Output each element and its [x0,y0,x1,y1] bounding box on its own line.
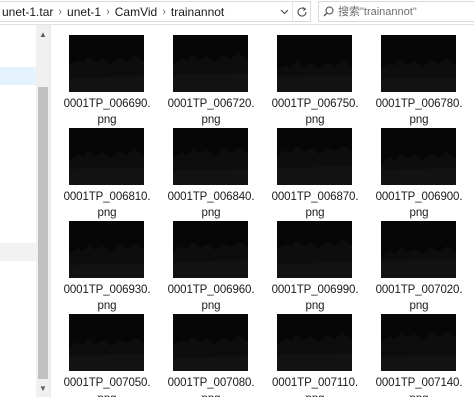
file-thumbnail[interactable] [277,35,352,92]
breadcrumb-separator[interactable]: › [159,6,169,18]
file-name-line1: 0001TP_006960. [167,284,255,296]
search-box[interactable] [318,1,474,22]
file-name-line1: 0001TP_007020. [375,284,463,296]
file-name-line1: 0001TP_006900. [375,191,463,203]
file-name-line1: 0001TP_007080. [167,377,255,389]
file-name-line1: 0001TP_006780. [375,98,463,110]
file-name[interactable]: 0001TP_007050.png [53,375,161,397]
file-name[interactable]: 0001TP_007110.png [261,375,369,397]
file-name[interactable]: 0001TP_007080.png [157,375,265,397]
breadcrumb-item-unet-1[interactable]: unet-1 [65,5,103,19]
breadcrumb-separator[interactable]: › [55,6,65,18]
file-name-line1: 0001TP_007140. [375,377,463,389]
breadcrumb-item-camvid[interactable]: CamVid [113,5,159,19]
file-name-line2: png [157,391,265,397]
file-name-line1: 0001TP_007110. [272,377,358,389]
file-thumbnail[interactable] [381,221,456,278]
nav-item[interactable] [0,243,36,261]
chevron-down-icon [280,9,288,14]
file-name-line1: 0001TP_006750. [271,98,359,110]
file-name[interactable]: 0001TP_006780.png [365,96,473,128]
file-name-line1: 0001TP_006870. [271,191,359,203]
file-name-line1: 0001TP_006690. [63,98,151,110]
search-icon [319,6,334,17]
file-thumbnail[interactable] [277,314,352,371]
file-name[interactable]: 0001TP_006870.png [261,189,369,221]
file-name-line2: png [97,300,117,312]
file-name[interactable]: 0001TP_006690.png [53,96,161,128]
file-thumbnail[interactable] [173,314,248,371]
breadcrumb-item-unet-1-tar[interactable]: unet-1.tar [0,5,55,19]
file-name[interactable]: 0001TP_006960.png [157,282,265,314]
file-name-line2: png [53,391,161,397]
file-name-line2: png [305,114,325,126]
file-name-line2: png [97,114,117,126]
file-name[interactable]: 0001TP_007140.png [365,375,473,397]
address-history-dropdown[interactable] [276,2,292,21]
file-name-line1: 0001TP_006990. [271,284,359,296]
file-name-line1: 0001TP_006840. [167,191,255,203]
file-thumbnail[interactable] [69,221,144,278]
file-thumbnail[interactable] [69,128,144,185]
file-name-line2: png [365,391,473,397]
refresh-button[interactable] [292,2,310,21]
file-list: 0001TP_006690. png 0001TP_006720. png 0001TP… [51,25,474,397]
file-name-line2: png [201,207,221,219]
navigation-pane[interactable] [0,25,36,397]
file-name-line1: 0001TP_006720. [167,98,255,110]
file-name-line1: 0001TP_006810. [63,191,151,203]
file-name-line2: png [409,114,429,126]
refresh-icon [297,6,307,17]
file-name-line2: png [201,300,221,312]
scrollbar-thumb[interactable] [38,87,48,379]
search-input[interactable] [334,3,468,20]
breadcrumb-separator[interactable]: › [103,6,113,18]
file-name[interactable]: 0001TP_006840.png [157,189,265,221]
file-thumbnail[interactable] [277,221,352,278]
breadcrumb-item-trainannot[interactable]: trainannot [169,5,226,19]
file-name-line2: png [409,300,429,312]
file-thumbnail[interactable] [173,128,248,185]
file-thumbnail[interactable] [277,128,352,185]
file-name[interactable]: 0001TP_006900.png [365,189,473,221]
file-name-line2: png [201,114,221,126]
file-name-line2: png [305,300,325,312]
file-name[interactable]: 0001TP_006810.png [53,189,161,221]
file-name[interactable]: 0001TP_006750.png [261,96,369,128]
navigation-scrollbar[interactable]: ▲ ▼ [36,25,50,397]
file-thumbnail[interactable] [173,35,248,92]
file-name-line2: png [305,207,325,219]
file-name-line1: 0001TP_006930. [63,284,151,296]
file-name[interactable]: 0001TP_007020.png [365,282,473,314]
address-toolbar: unet-1.tar › unet-1 › CamVid › trainanno… [0,0,474,25]
scroll-down-arrow-icon[interactable]: ▼ [36,381,50,395]
scroll-up-arrow-icon[interactable]: ▲ [36,27,50,41]
file-thumbnail[interactable] [381,35,456,92]
file-name[interactable]: 0001TP_006720.png [157,96,265,128]
file-thumbnail[interactable] [69,35,144,92]
file-name-line2: png [409,207,429,219]
file-name-line2: png [97,207,117,219]
file-name-line1: 0001TP_007050. [63,377,151,389]
file-thumbnail[interactable] [69,314,144,371]
file-name[interactable]: 0001TP_006990.png [261,282,369,314]
address-bar[interactable]: unet-1.tar › unet-1 › CamVid › trainanno… [0,1,311,22]
file-name[interactable]: 0001TP_006930.png [53,282,161,314]
nav-selected-item[interactable] [0,67,36,85]
file-thumbnail[interactable] [173,221,248,278]
file-thumbnail[interactable] [381,314,456,371]
file-name-line2: png [261,391,369,397]
file-thumbnail[interactable] [381,128,456,185]
